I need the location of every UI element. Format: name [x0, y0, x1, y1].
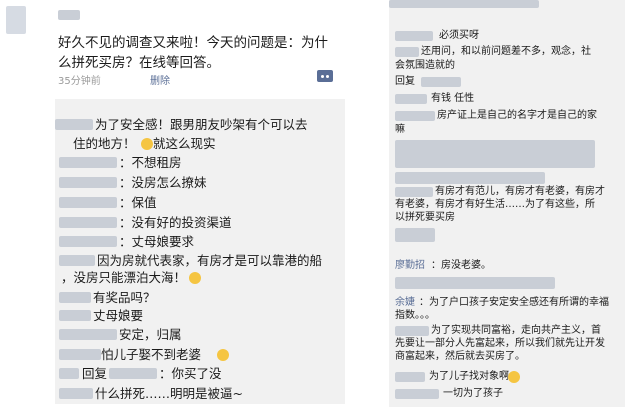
smile-emoji-icon: [508, 371, 520, 383]
blurred-comment: [395, 140, 595, 168]
comment-text: ：保值: [119, 195, 157, 210]
comment-text: 有老婆，有房才有好生活……为了有这些，所: [395, 199, 595, 210]
blurred-username[interactable]: [59, 292, 91, 303]
comment-text: ：为了户口孩子安定安全感还有所谓的幸福: [419, 297, 609, 308]
comment-text: 以拼死要买房: [395, 212, 455, 223]
blurred-username[interactable]: [59, 197, 117, 208]
blurred-username[interactable]: [59, 255, 95, 266]
blurred-comment: [389, 0, 539, 8]
blurred-username[interactable]: [59, 217, 117, 228]
comment-icon[interactable]: [317, 70, 333, 82]
blurred-username[interactable]: [395, 94, 427, 104]
post-text-line-2: 么拼死买房？在线等回答。: [58, 55, 220, 71]
commenter-name[interactable]: 廖勤招: [395, 260, 425, 272]
post-timestamp: 35分钟前: [58, 76, 101, 87]
comment-text: 为了安全感！跟男朋友吵架有个可以去: [95, 117, 308, 132]
blurred-username[interactable]: [109, 368, 157, 379]
comment-text: 先要让一部分人先富起来，所以我们就先让开发: [395, 338, 605, 349]
blurred-username[interactable]: [59, 329, 117, 340]
blurred-username[interactable]: [59, 310, 91, 321]
comment-text: 还用问，和以前问题差不多，观念，社: [421, 46, 591, 57]
comment-text: 怕儿子娶不到老婆: [101, 347, 202, 362]
comment-text: ：没有好的投资渠道: [119, 215, 232, 230]
comment-text: 嘛: [395, 124, 405, 135]
comment-text: 安定，归属: [119, 327, 182, 342]
grin-emoji-icon: [189, 272, 201, 284]
blurred-username[interactable]: [395, 372, 425, 382]
blurred-comment: [395, 277, 555, 289]
comment-text: 必须买呀: [439, 30, 479, 41]
left-screenshot: 好久不见的调查又来啦！今天的问题是：为什 么拼死买房？在线等回答。 35分钟前 …: [0, 0, 375, 407]
comment-text: ，没房只能漂泊大海！: [61, 270, 187, 285]
comment-text: 为了实现共同富裕，走向共产主义，首: [431, 325, 601, 336]
reply-prefix: 回复: [82, 366, 108, 381]
delete-link[interactable]: 删除: [150, 72, 170, 87]
comment-text: ：丈母娘要求: [119, 234, 195, 249]
comment-text: 丈母娘要: [93, 308, 144, 323]
comment-text: 为了儿子找对象啊: [429, 371, 509, 382]
comment-text: 就这么现实: [153, 136, 216, 151]
comment-text: 因为房就代表家，有房才是可以靠港的船: [97, 253, 323, 268]
comment-text: ：房没老婆。: [431, 260, 491, 271]
blurred-username[interactable]: [395, 187, 433, 197]
blurred-username[interactable]: [59, 177, 117, 188]
comment-list: 为了安全感！跟男朋友吵架有个可以去 住的地方！ 就这么现实 ：不想租房 ：没房怎…: [55, 99, 345, 404]
blurred-username[interactable]: [395, 389, 439, 399]
blurred-username[interactable]: [395, 326, 429, 336]
comment-text: 有奖品吗？: [93, 290, 156, 305]
blurred-username[interactable]: [58, 10, 80, 20]
comment-text: 住的地方！: [73, 136, 136, 151]
blurred-username[interactable]: [421, 77, 461, 87]
avatar[interactable]: [6, 6, 26, 34]
blurred-username[interactable]: [395, 47, 419, 57]
blurred-username[interactable]: [59, 368, 79, 379]
commenter-name[interactable]: 余婕: [395, 297, 415, 309]
comment-text: ：没房怎么撩妹: [119, 175, 207, 190]
blurred-comment: [395, 172, 545, 184]
comment-text: 什么拼死……明明是被逼~: [95, 386, 243, 401]
right-screenshot: 必须买呀 还用问，和以前问题差不多，观念，社 会氛围造就的 回复 有钱 任性 房…: [389, 0, 625, 407]
laugh-cry-emoji-icon: [141, 138, 153, 150]
comment-text: 有房才有范儿，有房才有老婆，有房才: [435, 186, 605, 197]
comment-text: 一切为了孩子: [443, 388, 503, 399]
comment-text: 商富起来，然后就去买房了。: [395, 351, 525, 362]
blurred-username[interactable]: [395, 31, 433, 41]
comment-text: 有钱 任性: [431, 93, 475, 104]
comment-text: 房产证上是自己的名字才是自己的家: [437, 110, 597, 121]
blurred-username[interactable]: [59, 388, 93, 399]
comment-text: ：不想租房: [119, 155, 182, 170]
comment-text: 会氛围造就的: [395, 60, 455, 71]
smile-emoji-icon: [217, 349, 229, 361]
post-text-line-1: 好久不见的调查又来啦！今天的问题是：为什: [58, 35, 328, 51]
comment-text: 指数。。。: [395, 310, 435, 321]
blurred-comment: [395, 228, 435, 242]
moments-post: 好久不见的调查又来啦！今天的问题是：为什 么拼死买房？在线等回答。 35分钟前 …: [0, 0, 340, 88]
blurred-username[interactable]: [59, 349, 101, 360]
blurred-username[interactable]: [59, 157, 117, 168]
comment-text: ：你买了没: [159, 366, 222, 381]
blurred-username[interactable]: [395, 111, 435, 121]
blurred-username[interactable]: [59, 236, 117, 247]
blurred-username[interactable]: [55, 119, 93, 130]
reply-prefix: 回复: [395, 76, 415, 87]
